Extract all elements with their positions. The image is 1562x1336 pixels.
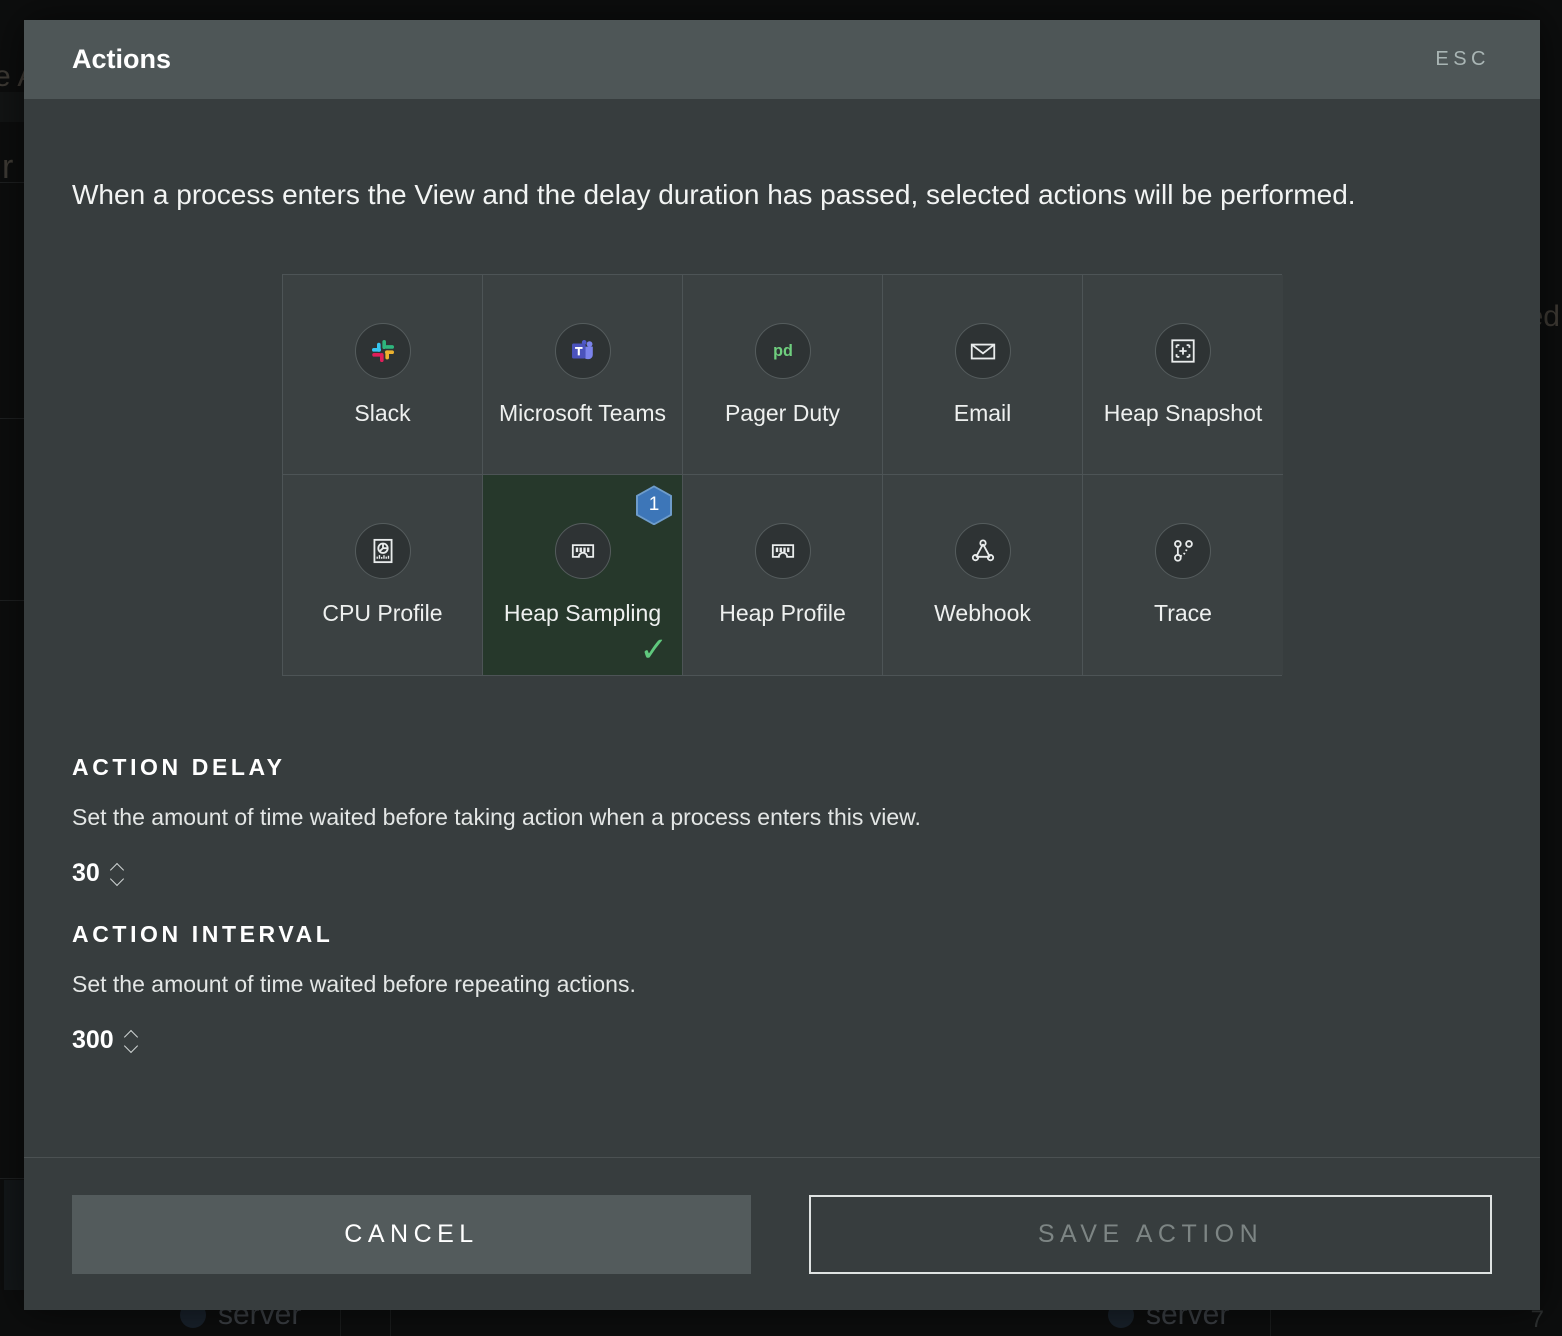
action-tile-email[interactable]: Email bbox=[883, 275, 1083, 476]
webhook-icon bbox=[954, 523, 1011, 580]
action-tile-heap-snapshot[interactable]: Heap Snapshot bbox=[1083, 275, 1283, 476]
action-tile-pager-duty[interactable]: pd Pager Duty bbox=[683, 275, 883, 476]
modal-header: Actions ESC bbox=[24, 20, 1540, 99]
action-delay-section: ACTION DELAY Set the amount of time wait… bbox=[72, 754, 1492, 888]
chevron-down-icon[interactable] bbox=[124, 1042, 140, 1051]
action-delay-value[interactable]: 30 bbox=[72, 859, 100, 888]
action-tile-label: CPU Profile bbox=[322, 600, 443, 627]
action-grid: Slack Microsoft Teams pd Pager Duty Emai… bbox=[282, 274, 1283, 677]
svg-text:pd: pd bbox=[773, 342, 793, 360]
action-interval-title: ACTION INTERVAL bbox=[72, 921, 334, 948]
trace-icon bbox=[1155, 523, 1211, 580]
action-tile-label: Microsoft Teams bbox=[498, 399, 666, 426]
page-title: Actions bbox=[72, 44, 172, 74]
backdrop-band-left-2 bbox=[0, 418, 24, 419]
action-tile-cpu-profile[interactable]: CPU Profile bbox=[283, 475, 483, 676]
intro-description: When a process enters the View and the d… bbox=[72, 179, 1356, 210]
backdrop-band-left-4 bbox=[0, 1178, 24, 1179]
action-delay-stepper[interactable]: 30 bbox=[72, 859, 126, 888]
action-interval-stepper[interactable]: 300 bbox=[72, 1026, 140, 1055]
action-interval-description: Set the amount of time waited before rep… bbox=[72, 971, 636, 998]
action-tile-microsoft-teams[interactable]: Microsoft Teams bbox=[483, 275, 683, 476]
chevron-down-icon[interactable] bbox=[110, 875, 126, 884]
action-tile-slack[interactable]: Slack bbox=[283, 275, 483, 476]
action-tile-label: Webhook bbox=[934, 600, 1031, 627]
chevron-up-icon[interactable] bbox=[110, 864, 126, 873]
action-tile-label: Heap Snapshot bbox=[1103, 399, 1263, 426]
action-delay-description: Set the amount of time waited before tak… bbox=[72, 804, 921, 831]
save-action-button[interactable]: SAVE ACTION bbox=[809, 1194, 1492, 1274]
memory-chip-icon bbox=[754, 523, 811, 580]
action-interval-value[interactable]: 300 bbox=[72, 1026, 114, 1055]
action-tile-label: Email bbox=[953, 399, 1012, 426]
pager-duty-icon: pd bbox=[754, 322, 811, 379]
action-tile-label: Heap Profile bbox=[719, 600, 846, 627]
action-tile-heap-sampling[interactable]: 1 Heap Sampling ✓ bbox=[483, 475, 683, 676]
action-tile-trace[interactable]: Trace bbox=[1083, 475, 1283, 676]
slack-icon bbox=[354, 322, 411, 379]
esc-close-button[interactable]: ESC bbox=[1435, 48, 1490, 71]
backdrop-band-left-3 bbox=[0, 600, 24, 601]
action-delay-stepper-arrows[interactable] bbox=[110, 864, 126, 884]
backdrop-band-left-1 bbox=[0, 182, 24, 183]
action-tile-label: Trace bbox=[1154, 600, 1212, 627]
action-tile-heap-profile[interactable]: Heap Profile bbox=[683, 475, 883, 676]
selected-check-icon: ✓ bbox=[639, 631, 669, 670]
chevron-up-icon[interactable] bbox=[124, 1031, 140, 1040]
cancel-button[interactable]: CANCEL bbox=[72, 1194, 751, 1274]
microsoft-teams-icon bbox=[554, 322, 611, 379]
cpu-profile-icon bbox=[354, 523, 411, 580]
action-delay-title: ACTION DELAY bbox=[72, 754, 286, 781]
action-interval-section: ACTION INTERVAL Set the amount of time w… bbox=[72, 921, 1492, 1055]
action-interval-stepper-arrows[interactable] bbox=[124, 1031, 140, 1051]
envelope-icon bbox=[954, 322, 1011, 379]
actions-modal: Actions ESC When a process enters the Vi… bbox=[24, 20, 1540, 1310]
action-tile-label: Slack bbox=[354, 399, 411, 426]
modal-footer: CANCEL SAVE ACTION bbox=[24, 1157, 1540, 1310]
modal-body: When a process enters the View and the d… bbox=[24, 99, 1540, 1157]
memory-chip-icon bbox=[554, 523, 611, 580]
snapshot-frame-icon bbox=[1155, 322, 1211, 379]
action-tile-label: Pager Duty bbox=[724, 399, 841, 426]
backdrop-fragment-bottom-right: 7 bbox=[1530, 1306, 1544, 1333]
action-tile-label: Heap Sampling bbox=[503, 600, 662, 627]
action-tile-webhook[interactable]: Webhook bbox=[883, 475, 1083, 676]
backdrop-band-top bbox=[0, 92, 24, 122]
backdrop-panel-left-bottom bbox=[4, 1180, 24, 1290]
